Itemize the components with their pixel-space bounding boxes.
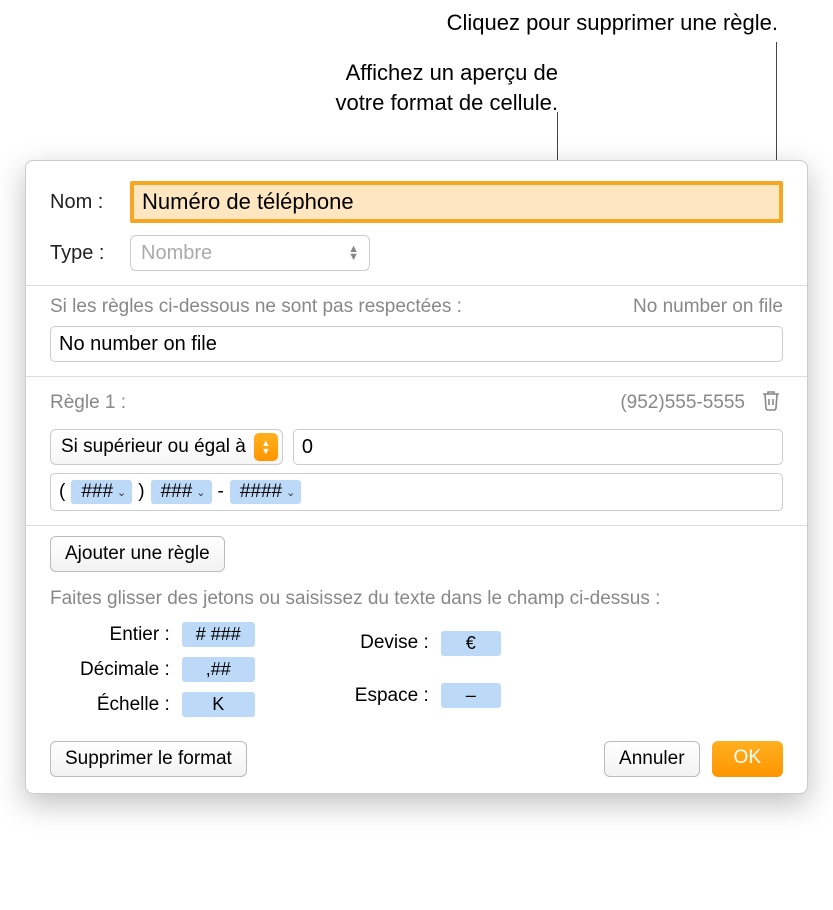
default-preview: No number on file (633, 296, 783, 318)
chevron-updown-icon: ▲▼ (348, 245, 359, 261)
token-group[interactable]: ###⌄ (71, 480, 132, 504)
space-token[interactable]: – (441, 683, 501, 708)
trash-icon[interactable] (759, 387, 783, 419)
stepper-icon: ▲▼ (254, 433, 278, 461)
pattern-field[interactable]: ( ###⌄ ) ###⌄ - ####⌄ (50, 473, 783, 511)
callout-preview: Affichez un aperçu de votre format de ce… (335, 58, 558, 117)
literal-open-paren: ( (59, 481, 65, 503)
integer-token[interactable]: # ### (182, 622, 255, 647)
cancel-button[interactable]: Annuler (604, 741, 700, 777)
scale-token[interactable]: K (182, 692, 255, 717)
decimal-token[interactable]: ,## (182, 657, 255, 682)
delete-format-button[interactable]: Supprimer le format (50, 741, 247, 777)
divider (26, 525, 807, 526)
token-group[interactable]: ####⌄ (230, 480, 302, 504)
rule1-title: Règle 1 : (50, 392, 126, 414)
add-rule-button[interactable]: Ajouter une règle (50, 536, 225, 572)
condition-select[interactable]: Si supérieur ou égal à ▲▼ (50, 429, 283, 465)
decimal-label: Décimale : (80, 659, 170, 681)
name-label: Nom : (50, 191, 130, 214)
condition-value: Si supérieur ou égal à (61, 436, 246, 458)
chevron-down-icon: ⌄ (196, 486, 205, 499)
drag-hint: Faites glisser des jetons ou saisissez d… (50, 588, 783, 610)
integer-label: Entier : (80, 624, 170, 646)
token-group[interactable]: ###⌄ (151, 480, 212, 504)
divider (26, 285, 807, 286)
scale-label: Échelle : (80, 694, 170, 716)
threshold-input[interactable] (293, 429, 783, 465)
type-value: Nombre (141, 242, 212, 265)
name-input[interactable]: Numéro de téléphone (130, 181, 783, 223)
default-condition-label: Si les règles ci-dessous ne sont pas res… (50, 296, 462, 318)
rule1-preview: (952)555-5555 (620, 392, 745, 414)
callout-preview-l2: votre format de cellule. (335, 90, 558, 115)
chevron-down-icon: ⌄ (117, 486, 126, 499)
currency-label: Devise : (355, 632, 429, 654)
default-value-input[interactable] (50, 326, 783, 362)
literal-close-paren: ) (138, 481, 144, 503)
type-label: Type : (50, 242, 130, 265)
callout-preview-l1: Affichez un aperçu de (346, 60, 558, 85)
ok-button[interactable]: OK (712, 741, 783, 777)
format-dialog: Nom : Numéro de téléphone Type : Nombre … (25, 160, 808, 794)
chevron-down-icon: ⌄ (286, 486, 295, 499)
literal-dash: - (218, 481, 224, 503)
callout-delete-rule: Cliquez pour supprimer une règle. (447, 8, 778, 38)
currency-token[interactable]: € (441, 631, 501, 656)
divider (26, 376, 807, 377)
space-label: Espace : (355, 685, 429, 707)
token-palette: Entier : # ### Décimale : ,## Échelle : … (50, 622, 783, 717)
type-select[interactable]: Nombre ▲▼ (130, 235, 370, 271)
